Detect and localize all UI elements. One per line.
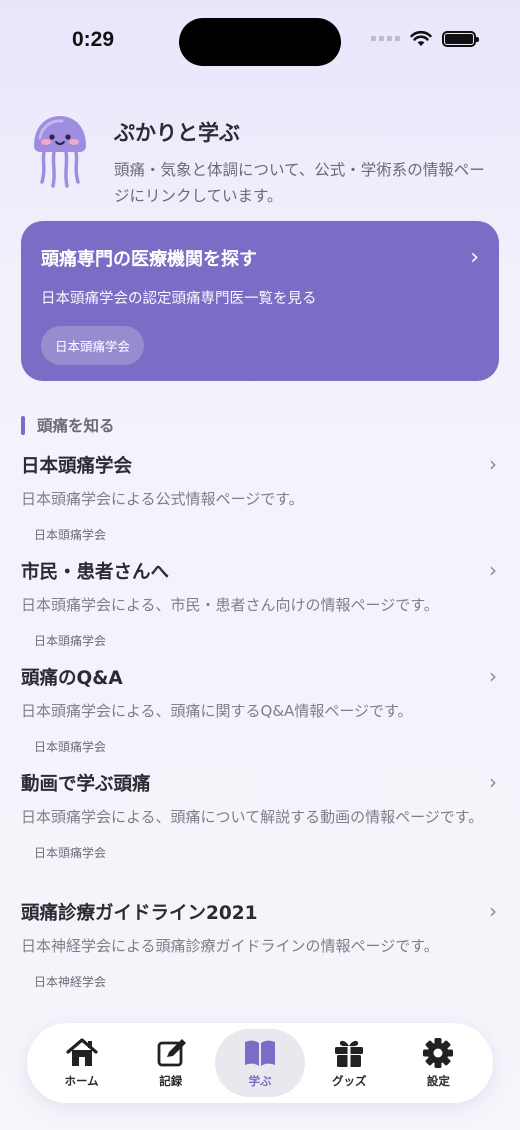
tab-label: ホーム bbox=[64, 1074, 99, 1088]
cellular-icon bbox=[371, 36, 400, 41]
find-clinic-title: 頭痛専門の医療機関を探す bbox=[41, 249, 257, 270]
link-item-desc: 日本頭痛学会による公式情報ページです。 bbox=[21, 490, 304, 508]
link-item-source: 日本神経学会 bbox=[34, 975, 107, 989]
link-item-source: 日本頭痛学会 bbox=[34, 634, 107, 648]
tab-record[interactable]: 記録 bbox=[126, 1029, 215, 1097]
find-clinic-subtitle: 日本頭痛学会の認定頭痛専門医一覧を見る bbox=[41, 291, 317, 307]
link-item-patients[interactable]: 市民・患者さんへ 日本頭痛学会による、市民・患者さん向けの情報ページです。 日本… bbox=[21, 558, 499, 649]
tab-learn[interactable]: 学ぶ bbox=[215, 1029, 305, 1097]
tab-settings[interactable]: 設定 bbox=[394, 1029, 483, 1097]
chevron-right-icon: › bbox=[470, 245, 479, 270]
tab-label: グッズ bbox=[331, 1074, 367, 1088]
chevron-right-icon: › bbox=[489, 558, 497, 582]
link-item-desc: 日本神経学会による頭痛診療ガイドラインの情報ページです。 bbox=[21, 937, 439, 955]
section-accent-bar bbox=[21, 415, 25, 435]
source-chip: 日本頭痛学会 bbox=[41, 326, 145, 365]
link-item-source: 日本頭痛学会 bbox=[34, 740, 107, 754]
chevron-right-icon: › bbox=[489, 899, 497, 923]
edit-icon bbox=[157, 1039, 186, 1067]
page-header: ぷかりと学ぶ 頭痛・気象と体調について、公式・学術系の情報ページにリンクしていま… bbox=[28, 112, 496, 209]
link-item-title: 動画で学ぶ頭痛 bbox=[21, 774, 151, 795]
battery-icon bbox=[442, 30, 479, 47]
link-item-title: 日本頭痛学会 bbox=[21, 456, 133, 477]
section-title: 頭痛を知る bbox=[37, 417, 115, 435]
link-item-title: 頭痛のQ&A bbox=[21, 668, 123, 689]
find-clinic-card[interactable]: 頭痛専門の医療機関を探す 日本頭痛学会の認定頭痛専門医一覧を見る 日本頭痛学会 … bbox=[21, 221, 499, 381]
tab-label: 設定 bbox=[426, 1074, 450, 1088]
chevron-right-icon: › bbox=[489, 770, 497, 794]
tab-goods[interactable]: グッズ bbox=[305, 1029, 394, 1097]
gear-icon bbox=[423, 1038, 454, 1068]
book-icon bbox=[245, 1040, 275, 1066]
section-header: 頭痛を知る bbox=[21, 414, 115, 436]
page-title: ぷかりと学ぶ bbox=[114, 121, 240, 145]
link-item-video[interactable]: 動画で学ぶ頭痛 日本頭痛学会による、頭痛について解説する動画の情報ページです。 … bbox=[21, 770, 499, 861]
link-item-jhs[interactable]: 日本頭痛学会 日本頭痛学会による公式情報ページです。 日本頭痛学会 › bbox=[21, 452, 499, 543]
link-item-desc: 日本頭痛学会による、頭痛に関するQ&A情報ページです。 bbox=[21, 702, 413, 720]
link-item-source: 日本頭痛学会 bbox=[34, 528, 107, 542]
link-item-qa[interactable]: 頭痛のQ&A 日本頭痛学会による、頭痛に関するQ&A情報ページです。 日本頭痛学… bbox=[21, 664, 499, 755]
link-item-title: 頭痛診療ガイドライン2021 bbox=[21, 903, 258, 924]
link-item-guideline[interactable]: 頭痛診療ガイドライン2021 日本神経学会による頭痛診療ガイドラインの情報ページ… bbox=[21, 899, 499, 990]
tab-label: 学ぶ bbox=[248, 1074, 272, 1088]
gift-icon bbox=[335, 1040, 364, 1067]
chevron-right-icon: › bbox=[489, 664, 497, 688]
jellyfish-mascot-icon bbox=[34, 116, 86, 188]
wifi-icon bbox=[410, 30, 432, 46]
link-item-source: 日本頭痛学会 bbox=[34, 846, 107, 860]
link-item-desc: 日本頭痛学会による、市民・患者さん向けの情報ページです。 bbox=[21, 596, 439, 614]
page-subtitle: 頭痛・気象と体調について、公式・学術系の情報ページにリンクしています。 bbox=[114, 161, 485, 205]
link-item-title: 市民・患者さんへ bbox=[21, 562, 170, 583]
status-time: 0:29 bbox=[72, 28, 115, 51]
link-item-desc: 日本頭痛学会による、頭痛について解説する動画の情報ページです。 bbox=[21, 808, 484, 826]
chevron-right-icon: › bbox=[489, 452, 497, 476]
tab-label: 記録 bbox=[159, 1074, 183, 1088]
tab-home[interactable]: ホーム bbox=[37, 1029, 126, 1097]
dynamic-island bbox=[179, 18, 341, 66]
status-icons bbox=[371, 30, 479, 47]
tab-bar: ホーム 記録 学ぶ グッズ 設定 bbox=[27, 1023, 493, 1103]
house-icon bbox=[65, 1038, 98, 1066]
